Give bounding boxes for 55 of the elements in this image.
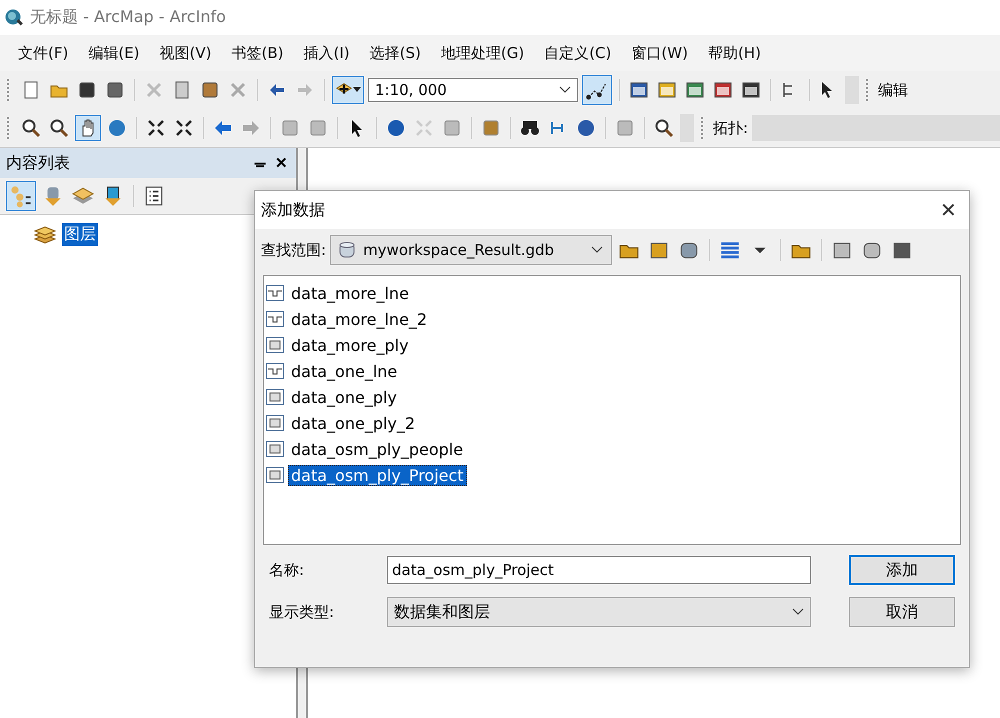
- pin-button[interactable]: ᚚ: [253, 154, 267, 172]
- menu-item[interactable]: 插入(I): [294, 44, 360, 62]
- panel-title: 内容列表: [6, 152, 70, 174]
- field-label: 显示类型:: [269, 602, 336, 622]
- scale-dropdown[interactable]: 1:10, 000: [368, 78, 578, 102]
- toolbar-label: 拓扑:: [713, 118, 748, 138]
- editor-tool-icon[interactable]: [582, 75, 612, 105]
- chevron-down-icon: [559, 86, 571, 94]
- menu-item[interactable]: 地理处理(G): [430, 44, 534, 62]
- type-dropdown[interactable]: 数据集和图层: [387, 597, 811, 627]
- toolbar-label: 编辑: [878, 80, 908, 100]
- menu-item[interactable]: 视图(V): [150, 44, 222, 62]
- layer-item[interactable]: 图层: [62, 223, 98, 246]
- chevron-down-icon: [591, 246, 604, 254]
- add-data-button[interactable]: [332, 76, 364, 104]
- dialog-title: 添加数据: [261, 200, 325, 220]
- chevron-down-icon: [792, 608, 804, 616]
- list-by-drawing-order-icon[interactable]: [6, 181, 36, 211]
- window-title: 无标题 - ArcMap - ArcInfo: [30, 7, 226, 28]
- menu-item[interactable]: 自定义(C): [534, 44, 622, 62]
- line-feature-class-icon: [266, 285, 284, 301]
- file-item[interactable]: data_more_ply: [288, 334, 412, 356]
- file-item[interactable]: data_one_lne: [288, 360, 400, 382]
- field-label: 查找范围:: [261, 240, 326, 260]
- close-button[interactable]: ✕: [934, 196, 963, 224]
- close-button[interactable]: ✕: [273, 154, 290, 172]
- hand-icon[interactable]: [75, 115, 101, 141]
- file-item[interactable]: data_one_ply_2: [288, 412, 418, 434]
- add-button[interactable]: 添加: [849, 555, 955, 585]
- menu-item[interactable]: 书签(B): [222, 44, 294, 62]
- polygon-feature-class-icon: [266, 467, 284, 483]
- menu-item[interactable]: 文件(F): [8, 44, 78, 62]
- line-feature-class-icon: [266, 363, 284, 379]
- file-item[interactable]: data_more_lne: [288, 282, 412, 304]
- name-field[interactable]: data_osm_ply_Project: [387, 556, 811, 584]
- menu-item[interactable]: 编辑(E): [78, 44, 150, 62]
- line-feature-class-icon: [266, 311, 284, 327]
- menu-item[interactable]: 选择(S): [360, 44, 431, 62]
- globe-logo-icon: [4, 8, 24, 28]
- polygon-feature-class-icon: [266, 441, 284, 457]
- layers-icon: [34, 226, 56, 244]
- polygon-feature-class-icon: [266, 389, 284, 405]
- menu-item[interactable]: 窗口(W): [621, 44, 698, 62]
- cancel-button[interactable]: 取消: [849, 597, 955, 627]
- polygon-feature-class-icon: [266, 415, 284, 431]
- caret-icon: [353, 87, 361, 93]
- look-in-dropdown[interactable]: myworkspace_Result.gdb: [330, 235, 612, 265]
- field-label: 名称:: [269, 560, 306, 580]
- file-item[interactable]: data_osm_ply_Project: [288, 464, 467, 486]
- file-item[interactable]: data_more_lne_2: [288, 308, 430, 330]
- file-item[interactable]: data_osm_ply_people: [288, 438, 466, 460]
- menu-item[interactable]: 帮助(H): [698, 44, 771, 62]
- polygon-feature-class-icon: [266, 337, 284, 353]
- database-icon: [339, 241, 356, 259]
- file-item[interactable]: data_one_ply: [288, 386, 400, 408]
